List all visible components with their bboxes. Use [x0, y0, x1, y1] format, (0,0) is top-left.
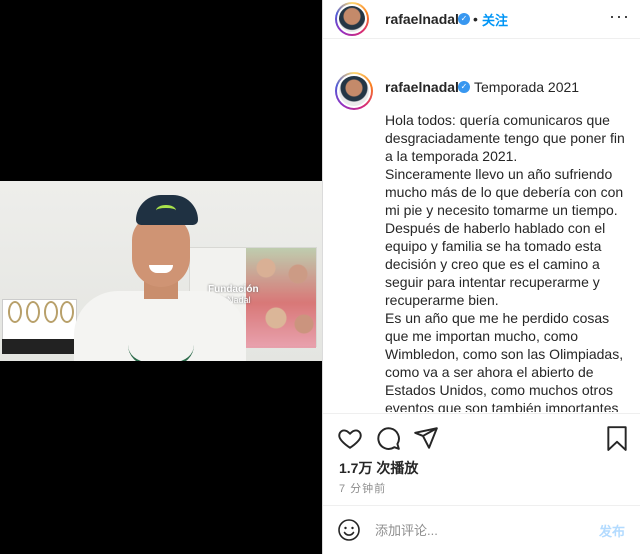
- racket-trophy: [26, 301, 40, 323]
- avatar[interactable]: [335, 72, 373, 110]
- heart-icon[interactable]: [337, 425, 363, 456]
- view-count[interactable]: 1.7万 次播放: [339, 458, 418, 478]
- instagram-post: Fundación RafaNadal rafaelnadal ✓: [0, 0, 640, 554]
- caption-username[interactable]: rafaelnadal: [385, 79, 459, 95]
- comment-bubble-icon[interactable]: [375, 425, 401, 456]
- smiley-icon[interactable]: [337, 518, 361, 547]
- avatar-image: [337, 74, 371, 108]
- speaker-person: [74, 195, 246, 361]
- racket-trophy: [8, 301, 22, 323]
- racket-trophy: [60, 301, 74, 323]
- comment-bar: 发布: [323, 505, 640, 554]
- comment-input[interactable]: [375, 520, 575, 540]
- post-header: rafaelnadal ✓ • 关注 ···: [323, 0, 640, 39]
- paper-plane-icon[interactable]: [413, 425, 439, 456]
- caption-paragraph: Después de haberlo hablado con el equipo…: [385, 220, 606, 308]
- follow-button[interactable]: 关注: [482, 10, 508, 29]
- post-timestamp[interactable]: 7 分钟前: [339, 480, 386, 496]
- caption-paragraph: Es un año que me he perdido cosas que me…: [385, 310, 624, 412]
- caption-paragraph: Hola todos: quería comunicaros que desgr…: [385, 112, 625, 164]
- media-area[interactable]: Fundación RafaNadal: [0, 0, 322, 554]
- separator-dot: •: [473, 11, 478, 27]
- racket-trophy: [44, 301, 58, 323]
- avatar[interactable]: [335, 2, 369, 36]
- cap: [136, 195, 198, 225]
- avatar-image: [337, 4, 367, 34]
- more-options-icon[interactable]: ···: [609, 6, 630, 27]
- caption-paragraph: Sinceramente llevo un año sufriendo much…: [385, 166, 624, 218]
- caption-area[interactable]: rafaelnadal ✓ Temporada 2021 Hola todos:…: [323, 60, 640, 412]
- face: [132, 215, 190, 287]
- shelf-base: [2, 339, 77, 354]
- verified-badge-icon: ✓: [458, 13, 470, 25]
- header-username[interactable]: rafaelnadal: [385, 11, 459, 27]
- post-comment-button[interactable]: 发布: [599, 521, 625, 540]
- bookmark-icon[interactable]: [605, 425, 629, 456]
- caption-title: Temporada 2021: [474, 79, 580, 95]
- bull-logo: [128, 345, 194, 361]
- smile: [149, 265, 173, 273]
- verified-badge-icon: ✓: [458, 81, 470, 93]
- video-frame[interactable]: Fundación RafaNadal: [0, 181, 322, 361]
- caption-text: Hola todos: quería comunicaros que desgr…: [385, 111, 625, 412]
- post-side-panel: rafaelnadal ✓ • 关注 ··· rafaelnadal ✓ Tem…: [322, 0, 640, 554]
